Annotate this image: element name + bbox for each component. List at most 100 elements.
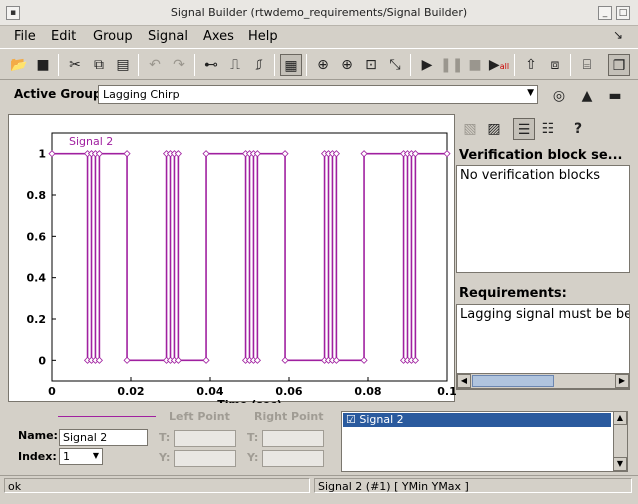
fit-view-icon[interactable]: ⤡ <box>384 54 406 76</box>
menu-signal[interactable]: Signal <box>148 29 188 44</box>
data-point-marker <box>281 356 289 364</box>
dock-icon[interactable]: ↘ <box>607 24 629 46</box>
requirements-toggle-icon[interactable]: ❐ <box>608 54 630 76</box>
move-group-up-icon[interactable]: ▲ <box>576 85 598 107</box>
window-menu-icon[interactable]: ▪ <box>6 6 20 20</box>
zoom-y-icon[interactable]: ⊕ <box>336 54 358 76</box>
menu-bar: File Edit Group Signal Axes Help ↘ <box>0 26 638 48</box>
status-bar: ok Signal 2 (#1) [ YMin YMax ] <box>0 475 638 494</box>
help-icon[interactable]: ? <box>567 118 589 140</box>
run-all-icon[interactable]: ▶all <box>488 54 510 76</box>
toolbar-separator <box>570 54 571 76</box>
data-point-marker <box>174 356 182 364</box>
x-axis-label: Time (sec) <box>217 398 282 403</box>
open-folder-icon[interactable]: 📂 <box>8 54 30 76</box>
zoom-box-icon[interactable]: ⊡ <box>360 54 382 76</box>
verification-list[interactable]: No verification blocks <box>456 165 630 273</box>
verification-header: Verification block se... <box>459 148 623 163</box>
status-signal-info: Signal 2 (#1) [ YMin YMax ] <box>314 478 632 493</box>
line-segment-icon[interactable]: ⊷ <box>200 54 222 76</box>
data-point-marker <box>95 150 103 158</box>
vertical-scrollbar[interactable]: ▲ ▼ <box>613 411 627 471</box>
redo-icon[interactable]: ↷ <box>168 54 190 76</box>
scroll-up-icon[interactable]: ▲ <box>613 411 627 425</box>
scroll-right-icon[interactable]: ▶ <box>615 374 629 388</box>
data-point-marker <box>360 356 368 364</box>
undo-icon[interactable]: ↶ <box>144 54 166 76</box>
verification-panel: ▧ ▨ ☰ ☷ ? Verification block se... No ve… <box>455 114 632 402</box>
toolbar-separator <box>306 54 307 76</box>
tree-view-icon[interactable]: ☰ <box>513 118 535 140</box>
index-value: 1 <box>63 450 70 463</box>
copy-icon[interactable]: ⧉ <box>88 54 110 76</box>
paste-icon[interactable]: ▤ <box>112 54 134 76</box>
group-options-icon[interactable]: ◎ <box>548 85 570 107</box>
show-block-icon[interactable]: ⧈ <box>544 54 566 76</box>
menu-help[interactable]: Help <box>248 29 278 44</box>
menu-axes[interactable]: Axes <box>203 29 234 44</box>
active-group-value: Lagging Chirp <box>103 88 180 101</box>
right-point-label: Right Point <box>254 410 324 423</box>
save-icon[interactable]: ■ <box>32 54 54 76</box>
horizontal-scrollbar[interactable]: ◀ ▶ <box>456 373 630 389</box>
minimize-button[interactable]: _ <box>598 6 612 20</box>
toolbar-separator <box>58 54 59 76</box>
data-point-marker <box>253 356 261 364</box>
verification-empty-text: No verification blocks <box>460 168 601 183</box>
y-tick-label: 1 <box>38 148 46 161</box>
maximize-button[interactable]: □ <box>616 6 630 20</box>
step-up-icon[interactable]: ⎍ <box>224 54 246 76</box>
x-tick-label: 0.1 <box>437 385 456 398</box>
pulse-icon[interactable]: ⎎ <box>248 54 270 76</box>
data-point-marker <box>48 150 56 158</box>
cut-icon[interactable]: ✂ <box>64 54 86 76</box>
index-select[interactable]: 1 ▼ <box>59 448 103 465</box>
stop-icon[interactable]: ■ <box>464 54 486 76</box>
name-label: Name: <box>18 429 58 442</box>
collapse-panel-icon[interactable]: ▬ <box>604 85 626 107</box>
enable-block-icon[interactable]: ▨ <box>483 118 505 140</box>
toolbar-separator <box>274 54 275 76</box>
signal-icon[interactable]: ⌸ <box>576 54 598 76</box>
data-point-marker <box>174 150 182 158</box>
data-point-marker <box>332 356 340 364</box>
list-view-icon[interactable]: ☷ <box>537 118 559 140</box>
active-group-select[interactable]: Lagging Chirp ▼ <box>98 85 538 104</box>
x-tick-label: 0.06 <box>275 385 302 398</box>
signal-list-item-label: Signal 2 <box>359 413 404 426</box>
toolbar: 📂 ■ ✂ ⧉ ▤ ↶ ↷ ⊷ ⎍ ⎎ ▦ ⊕ ⊕ ⊡ ⤡ ▶ ❚❚ ■ ▶al… <box>0 48 638 80</box>
play-icon[interactable]: ▶ <box>416 54 438 76</box>
disabled-block-icon[interactable]: ▧ <box>459 118 481 140</box>
data-point-marker <box>360 150 368 158</box>
signal-axes-panel[interactable]: 0 0.02 0.04 0.06 0.08 0.1 0 0.2 0.4 0.6 0.8 1 Time (… <box>8 114 457 411</box>
left-t-label: T: <box>159 431 171 444</box>
line-style-swatch[interactable] <box>58 416 156 417</box>
menu-group[interactable]: Group <box>93 29 133 44</box>
y-tick-label: 0.2 <box>27 313 47 326</box>
x-tick-label: 0.08 <box>354 385 381 398</box>
left-y-field[interactable] <box>174 450 236 467</box>
menu-edit[interactable]: Edit <box>51 29 76 44</box>
signal-list[interactable]: ☑ Signal 2 ▲ ▼ <box>341 411 628 472</box>
signal-list-item[interactable]: ☑ Signal 2 <box>343 413 611 427</box>
scroll-down-icon[interactable]: ▼ <box>613 457 627 471</box>
signal-name-field[interactable]: Signal 2 <box>59 429 148 446</box>
left-t-field[interactable] <box>174 430 236 447</box>
scroll-thumb[interactable] <box>472 375 554 387</box>
data-point-marker <box>253 150 261 158</box>
y-tick-label: 0.8 <box>27 189 47 202</box>
up-arrow-icon[interactable]: ⇧ <box>520 54 542 76</box>
zoom-x-icon[interactable]: ⊕ <box>312 54 334 76</box>
pause-icon[interactable]: ❚❚ <box>440 54 463 76</box>
chevron-down-icon: ▼ <box>92 451 99 460</box>
x-tick-label: 0.04 <box>196 385 223 398</box>
data-point-marker <box>332 150 340 158</box>
right-y-field[interactable] <box>262 450 324 467</box>
menu-file[interactable]: File <box>14 29 36 44</box>
index-label: Index: <box>18 450 57 463</box>
signal-chart: 0 0.02 0.04 0.06 0.08 0.1 0 0.2 0.4 0.6 0.8 1 Time (… <box>27 132 457 411</box>
toolbar-separator <box>514 54 515 76</box>
right-t-field[interactable] <box>262 430 324 447</box>
grid-toggle-icon[interactable]: ▦ <box>280 54 302 76</box>
scroll-left-icon[interactable]: ◀ <box>457 374 471 388</box>
